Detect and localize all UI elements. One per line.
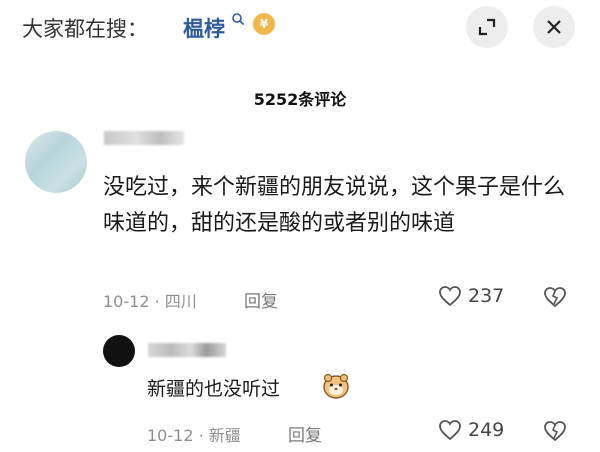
expand-button[interactable]: [466, 6, 508, 48]
expand-icon: [478, 18, 496, 36]
reply-username-blurred[interactable]: [148, 343, 226, 357]
coin-icon: ¥: [253, 13, 275, 35]
avatar[interactable]: [25, 131, 87, 193]
reply-button[interactable]: 回复: [244, 287, 278, 312]
close-button[interactable]: [533, 6, 575, 48]
reply-avatar[interactable]: [103, 335, 135, 367]
reply-like-count: 249: [468, 419, 505, 441]
reply-meta: 10-12 · 新疆: [147, 426, 241, 445]
username-blurred[interactable]: [104, 131, 184, 145]
comment-text: 没吃过，来个新疆的朋友说说，这个果子是什么味道的，甜的还是酸的或者别的味道: [103, 175, 566, 236]
reply-like-button[interactable]: 249: [438, 419, 504, 441]
reply-reply-button[interactable]: 回复: [288, 421, 322, 446]
comment-meta: 10-12 · 四川: [103, 292, 197, 311]
search-icon[interactable]: [231, 12, 245, 26]
heart-icon: [439, 420, 461, 441]
close-icon: [547, 20, 561, 34]
comments-count-title: 5252条评论: [253, 90, 347, 109]
search-term-link[interactable]: 榅桲: [183, 13, 225, 43]
top-bar: 大家都在搜： 榅桲 ¥: [0, 0, 600, 58]
hamster-emoji-icon: [323, 373, 349, 399]
reply-text: 新疆的也没听过: [147, 378, 281, 400]
broken-heart-icon[interactable]: [543, 286, 567, 308]
search-prefix-label: 大家都在搜：: [22, 17, 148, 41]
like-count: 237: [468, 285, 505, 307]
heart-icon: [439, 286, 461, 307]
like-button[interactable]: 237: [438, 285, 504, 307]
broken-heart-icon[interactable]: [543, 420, 567, 442]
